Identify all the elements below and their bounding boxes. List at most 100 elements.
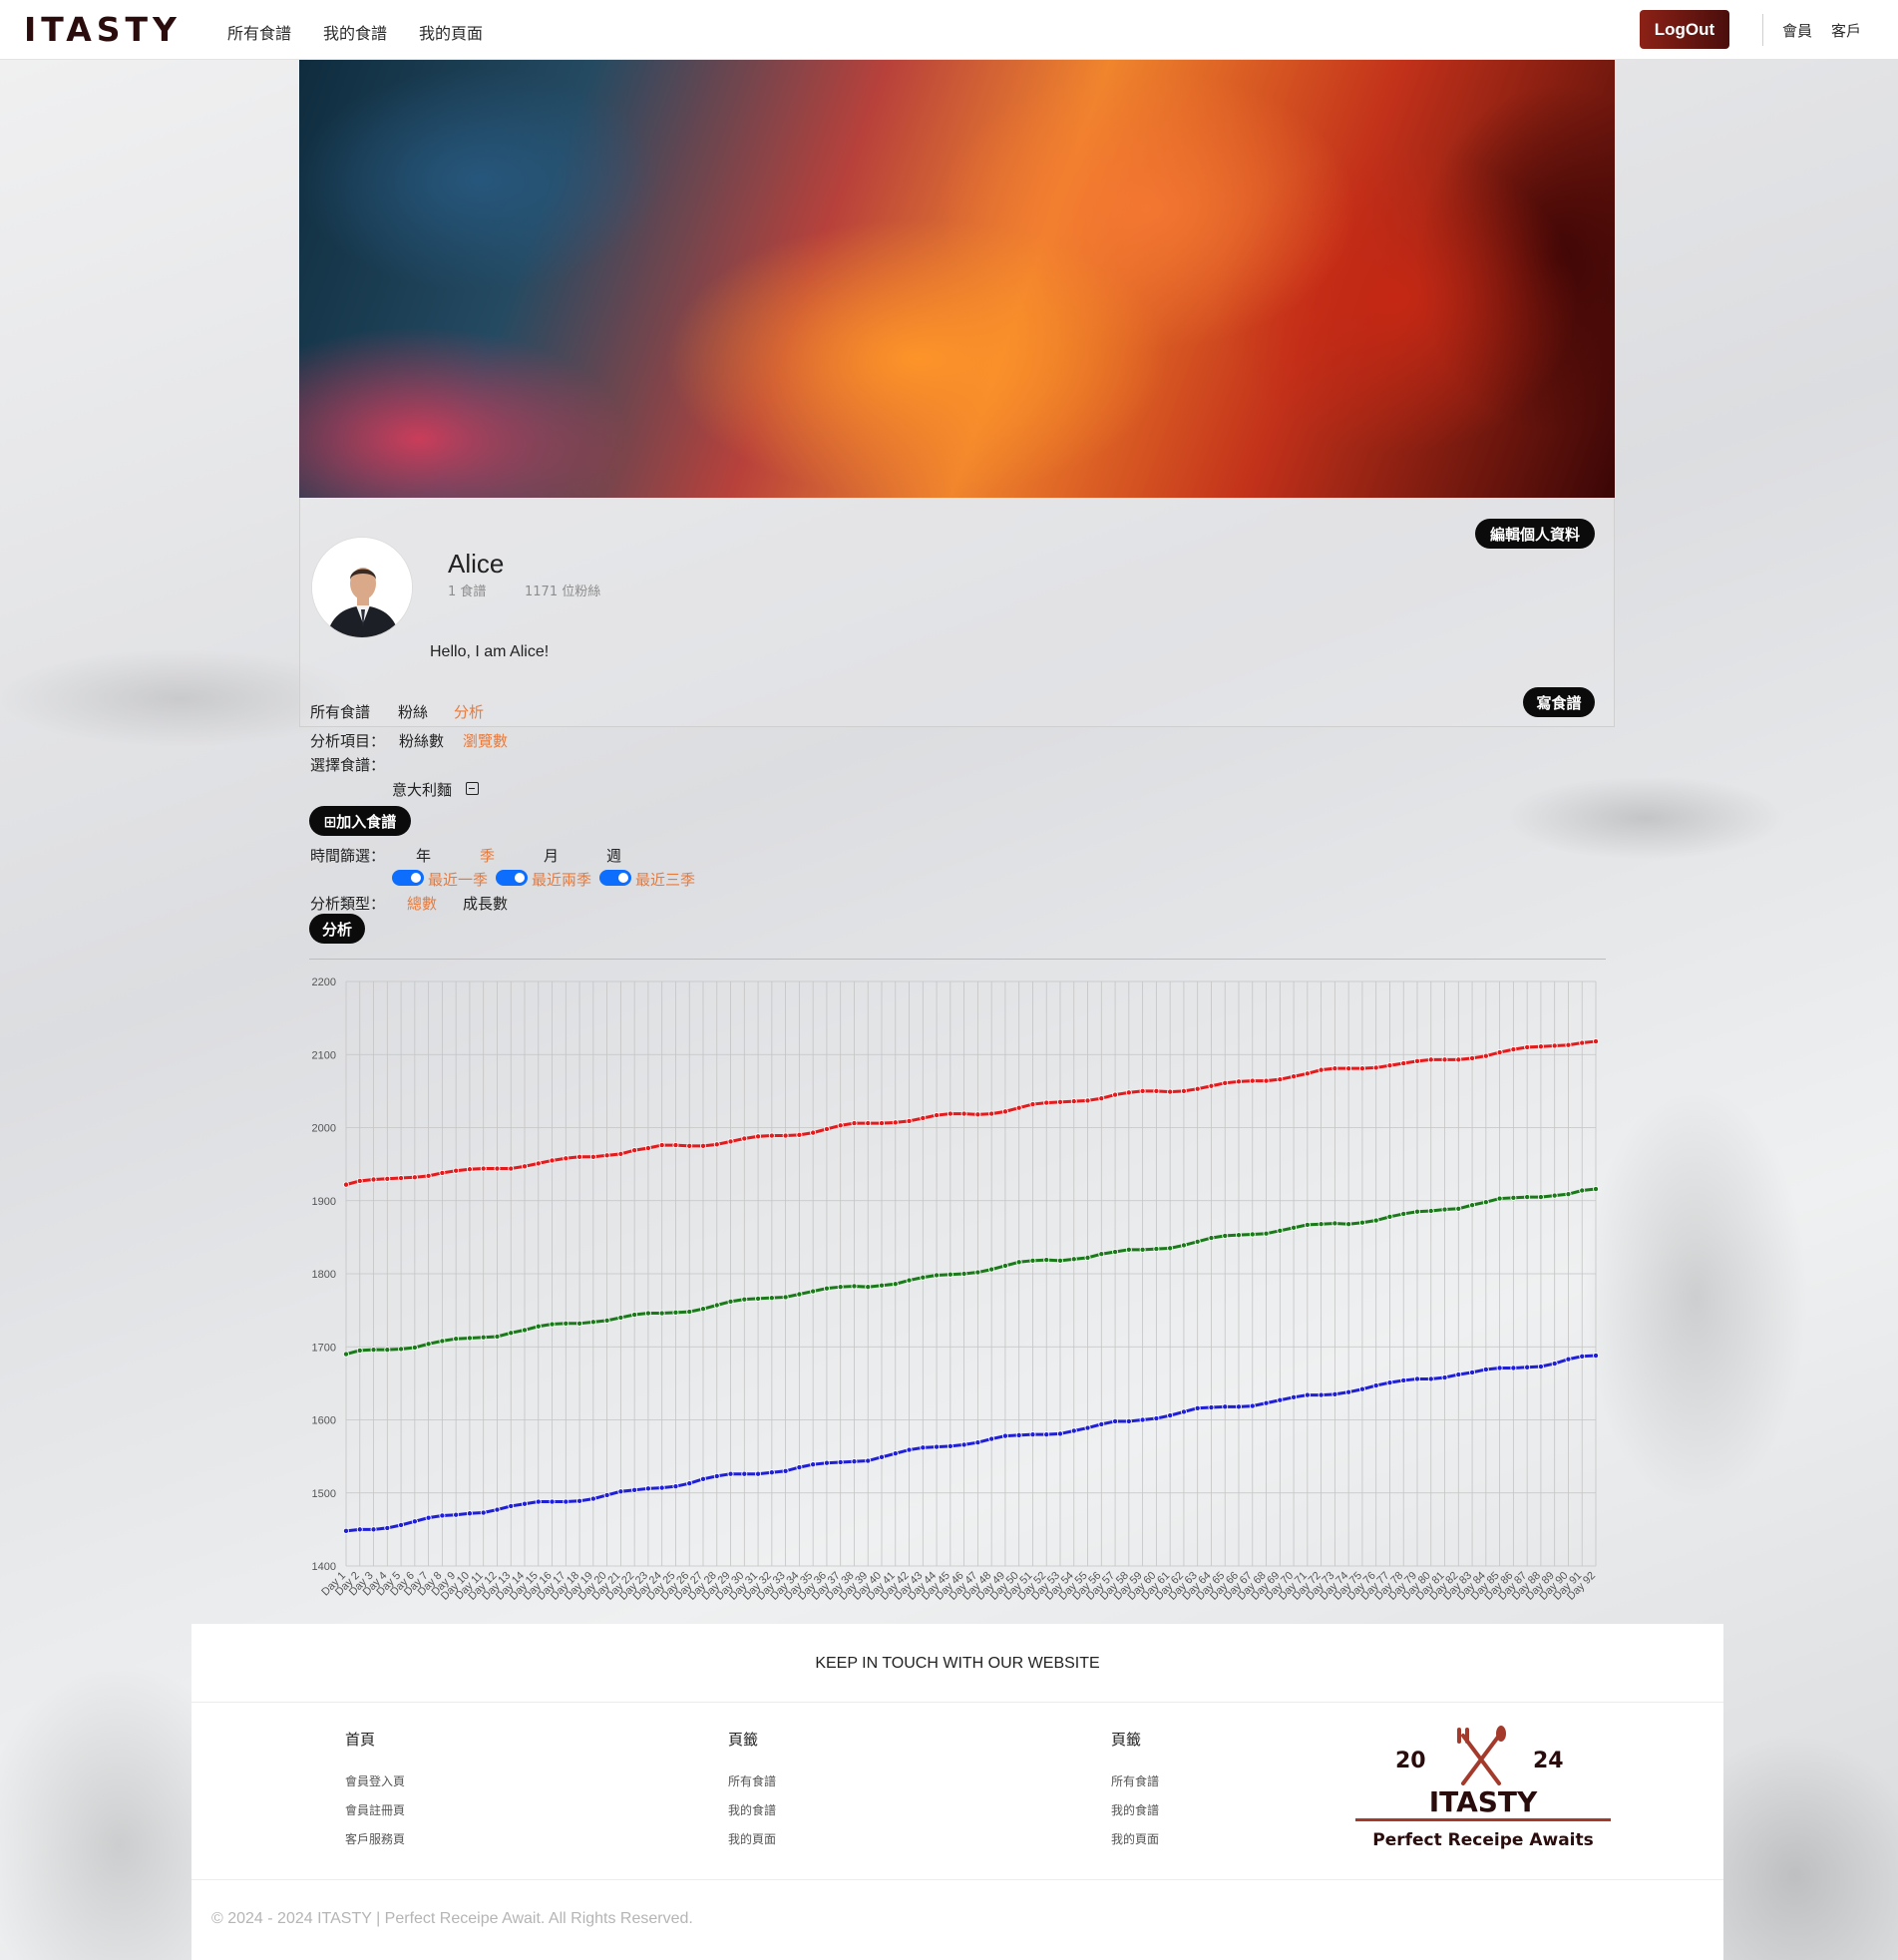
footer-link-my-recipes[interactable]: 我的食譜 [728,1801,776,1818]
profile-bio: Hello, I am Alice! [430,643,550,660]
footer-brand-logo: 20 24 ITASTY Perfect Receipe Awaits [1355,1726,1611,1850]
data-point [672,1483,679,1490]
data-point [1153,1087,1160,1094]
option-follower-count[interactable]: 粉絲數 [399,730,444,751]
data-point [1427,1208,1434,1215]
toggle-range-2[interactable] [496,870,528,886]
data-point [1167,1245,1174,1252]
data-point [879,1453,886,1460]
nav-my-page[interactable]: 我的頁面 [419,20,483,44]
data-point [1400,1060,1407,1067]
profile-banner-image [299,60,1615,498]
data-point [1208,1235,1215,1242]
data-point [1579,1187,1586,1194]
toggle-range-1[interactable] [392,870,424,886]
data-point [796,1131,803,1138]
data-point [1208,1082,1215,1089]
data-point [1001,1108,1008,1115]
logout-button[interactable]: LogOut [1640,10,1729,49]
data-point [920,1444,927,1451]
footer-link-register[interactable]: 會員註冊頁 [345,1801,405,1818]
data-point [521,1163,528,1170]
data-point [576,1153,583,1160]
footer-divider-2 [191,1879,1723,1880]
nav-all-recipes[interactable]: 所有食譜 [227,20,291,44]
time-option-month[interactable]: 月 [544,845,559,866]
data-point [1496,1195,1503,1202]
nav-member[interactable]: 會員 [1782,20,1812,41]
data-point [1331,1220,1338,1227]
data-point [411,1518,418,1525]
time-option-year[interactable]: 年 [416,845,431,866]
data-point [1441,1206,1448,1213]
data-point [1084,1097,1091,1104]
footer-link-my-recipes-2[interactable]: 我的食譜 [1111,1801,1159,1818]
data-point [1167,1412,1174,1419]
analyze-button[interactable]: 分析 [309,914,365,944]
time-option-quarter[interactable]: 季 [480,845,495,866]
add-recipe-button[interactable]: ⊞加入食譜 [309,806,411,836]
remove-recipe-icon[interactable] [466,782,479,795]
data-point [1551,1042,1558,1049]
data-point [741,1296,748,1303]
tab-all-recipes[interactable]: 所有食譜 [310,701,370,722]
data-point [1469,1202,1476,1209]
footer-link-my-page[interactable]: 我的頁面 [728,1830,776,1847]
views-line-chart: 220021002000190018001700160015001400Day … [312,977,1600,1603]
data-point [796,1464,803,1471]
site-logo[interactable]: ITASTY [24,10,182,49]
footer-link-all-recipes-2[interactable]: 所有食譜 [1111,1772,1159,1789]
data-point [1291,1073,1298,1080]
data-point [988,1435,995,1442]
data-point [1057,1098,1064,1105]
data-point [837,1458,844,1465]
range-label-3: 最近三季 [635,871,696,889]
data-point [631,1486,638,1493]
data-point [508,1165,515,1172]
data-point [370,1176,377,1183]
tab-analysis[interactable]: 分析 [454,701,484,722]
footer-link-all-recipes[interactable]: 所有食譜 [728,1772,776,1789]
data-point [1496,1365,1503,1372]
nav-my-recipes[interactable]: 我的食譜 [323,20,387,44]
series-line [345,1039,1597,1187]
time-option-week[interactable]: 週 [606,845,621,866]
data-point [974,1111,981,1118]
footer-link-service[interactable]: 客戶服務頁 [345,1830,405,1847]
data-point [1551,1192,1558,1199]
data-point [563,1320,569,1327]
data-point [713,1302,720,1309]
nav-customer[interactable]: 客戶 [1831,20,1861,41]
data-point [1057,1430,1064,1437]
edit-profile-button[interactable]: 編輯個人資料 [1475,519,1595,549]
data-point [1043,1099,1050,1106]
footer-col1-heading: 首頁 [345,1731,376,1749]
data-point [892,1450,899,1457]
data-point [1318,1221,1325,1228]
footer-link-my-page-2[interactable]: 我的頁面 [1111,1830,1159,1847]
logo-tagline: Perfect Receipe Awaits [1372,1830,1594,1850]
footer-link-login[interactable]: 會員登入頁 [345,1772,405,1789]
type-option-total[interactable]: 總數 [407,893,437,914]
follower-count: 1171 位粉絲 [525,585,601,599]
data-point [494,1165,501,1172]
tab-followers[interactable]: 粉絲 [398,701,428,722]
data-point [1400,1210,1407,1217]
data-point [1015,1104,1022,1111]
data-point [1098,1095,1105,1102]
series-line [345,1187,1597,1357]
write-recipe-button[interactable]: 寫食譜 [1523,687,1595,717]
data-point [1427,1375,1434,1382]
data-point [631,1312,638,1319]
data-point [411,1344,418,1351]
data-point [1112,1249,1119,1256]
data-point [741,1135,748,1142]
data-point [494,1333,501,1340]
option-view-count[interactable]: 瀏覽數 [463,730,508,751]
data-point [713,1472,720,1479]
toggle-range-3[interactable] [599,870,631,886]
data-point [603,1152,610,1159]
data-point [398,1521,405,1528]
type-option-growth[interactable]: 成長數 [463,893,508,914]
data-point [1414,1375,1421,1382]
